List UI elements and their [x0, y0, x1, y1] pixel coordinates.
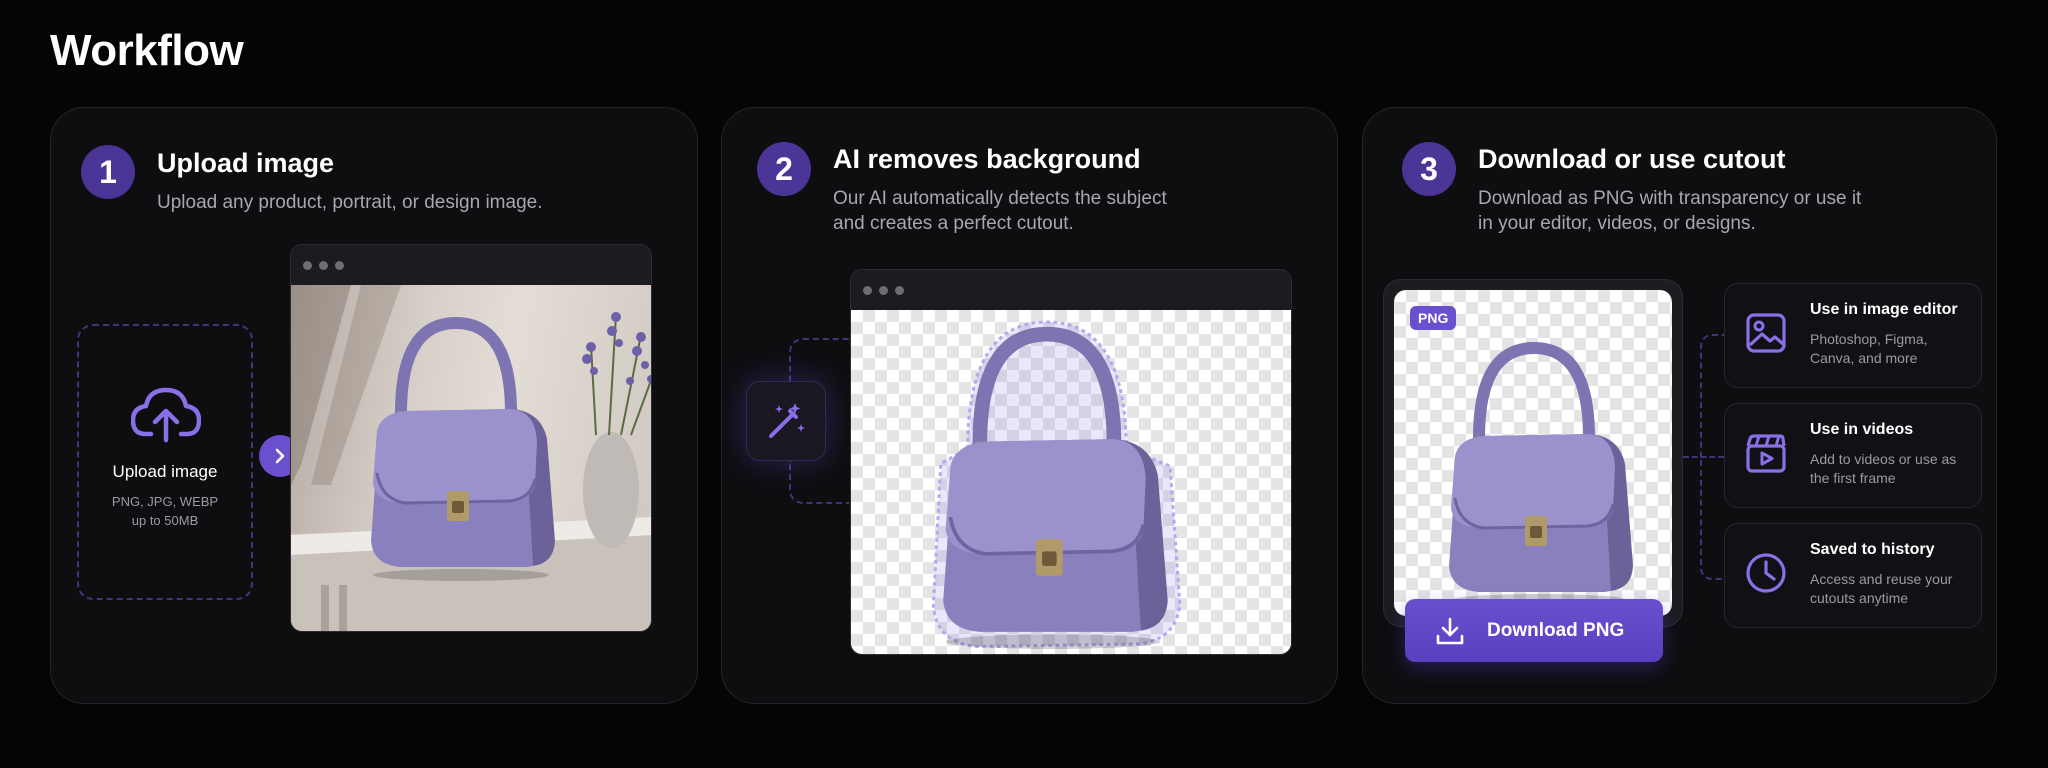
step-description: Upload any product, portrait, or design …	[157, 192, 543, 213]
step-title: AI removes background	[833, 144, 1141, 174]
step-number-badge: 1	[81, 145, 135, 199]
step-description-line: and creates a perfect cutout.	[833, 213, 1074, 234]
cloud-upload-icon	[130, 386, 202, 449]
step-card-download: 3 Download or use cutout Download as PNG…	[1362, 107, 1997, 704]
download-icon	[1436, 617, 1464, 644]
dropzone-hint-formats: PNG, JPG, WEBP	[111, 494, 219, 509]
feature-description-line: Photoshop, Figma,	[1810, 331, 1928, 347]
feature-description-line: cutouts anytime	[1810, 590, 1909, 606]
step-description-line: Our AI automatically detects the subject	[833, 188, 1167, 209]
connector-line	[1683, 456, 1724, 458]
download-png-button[interactable]: Download PNG	[1405, 599, 1663, 662]
step-description-line: in your editor, videos, or designs.	[1478, 213, 1756, 234]
feature-description-line: the first frame	[1810, 470, 1896, 486]
page-title: Workflow	[50, 26, 244, 75]
connector-line	[789, 338, 849, 382]
transparent-background	[851, 310, 1291, 654]
feature-description: Access and reuse your cutouts anytime	[1810, 570, 1975, 608]
step-card-ai: 2 AI removes background Our AI automatic…	[721, 107, 1338, 704]
feature-title: Use in videos	[1810, 421, 1914, 438]
connector-line	[1700, 334, 1724, 458]
video-clapper-icon	[1745, 432, 1787, 479]
step-title: Download or use cutout	[1478, 144, 1786, 174]
png-badge: PNG	[1410, 306, 1457, 330]
feature-description-line: Add to videos or use as	[1810, 451, 1957, 467]
window-titlebar	[851, 270, 1291, 310]
preview-window-cutout	[850, 269, 1292, 655]
clock-icon	[1745, 552, 1787, 599]
chevron-right-icon	[275, 448, 285, 464]
feature-title: Saved to history	[1810, 541, 1935, 558]
step-card-upload: 1 Upload image Upload any product, portr…	[50, 107, 698, 704]
magic-wand-icon	[769, 403, 805, 438]
step-number-badge: 2	[757, 142, 811, 196]
window-titlebar	[291, 245, 651, 285]
feature-videos[interactable]: Use in videos Add to videos or use as th…	[1724, 403, 1982, 508]
dropzone-hint: PNG, JPG, WEBP up to 50MB	[77, 492, 253, 530]
feature-description-line: Canva, and more	[1810, 350, 1918, 366]
image-icon	[1745, 312, 1787, 359]
dropzone-label: Upload image	[112, 462, 218, 481]
cutout-subject	[931, 320, 1182, 655]
step-number-badge: 3	[1402, 142, 1456, 196]
ai-tool-button[interactable]	[746, 381, 826, 461]
step-title: Upload image	[157, 148, 335, 178]
transparent-background: PNG	[1394, 290, 1672, 616]
step-description-line: Download as PNG with transparency or use…	[1478, 188, 1862, 209]
product-photo	[291, 285, 651, 631]
step-description: Our AI automatically detects the subject…	[833, 186, 1167, 236]
png-preview: PNG	[1383, 279, 1683, 627]
feature-title: Use in image editor	[1810, 301, 1958, 318]
connector-line	[1700, 456, 1724, 580]
connector-line	[789, 460, 849, 504]
feature-image-editor[interactable]: Use in image editor Photoshop, Figma, Ca…	[1724, 283, 1982, 388]
cutout-subject	[1394, 290, 1672, 616]
feature-description-line: Access and reuse your	[1810, 571, 1953, 587]
feature-description: Photoshop, Figma, Canva, and more	[1810, 330, 1975, 368]
dropzone-hint-size: up to 50MB	[131, 513, 199, 528]
download-button-label: Download PNG	[1487, 619, 1625, 641]
step-description: Download as PNG with transparency or use…	[1478, 186, 1861, 236]
feature-description: Add to videos or use as the first frame	[1810, 450, 1975, 488]
feature-history[interactable]: Saved to history Access and reuse your c…	[1724, 523, 1982, 628]
preview-window-original	[290, 244, 652, 632]
